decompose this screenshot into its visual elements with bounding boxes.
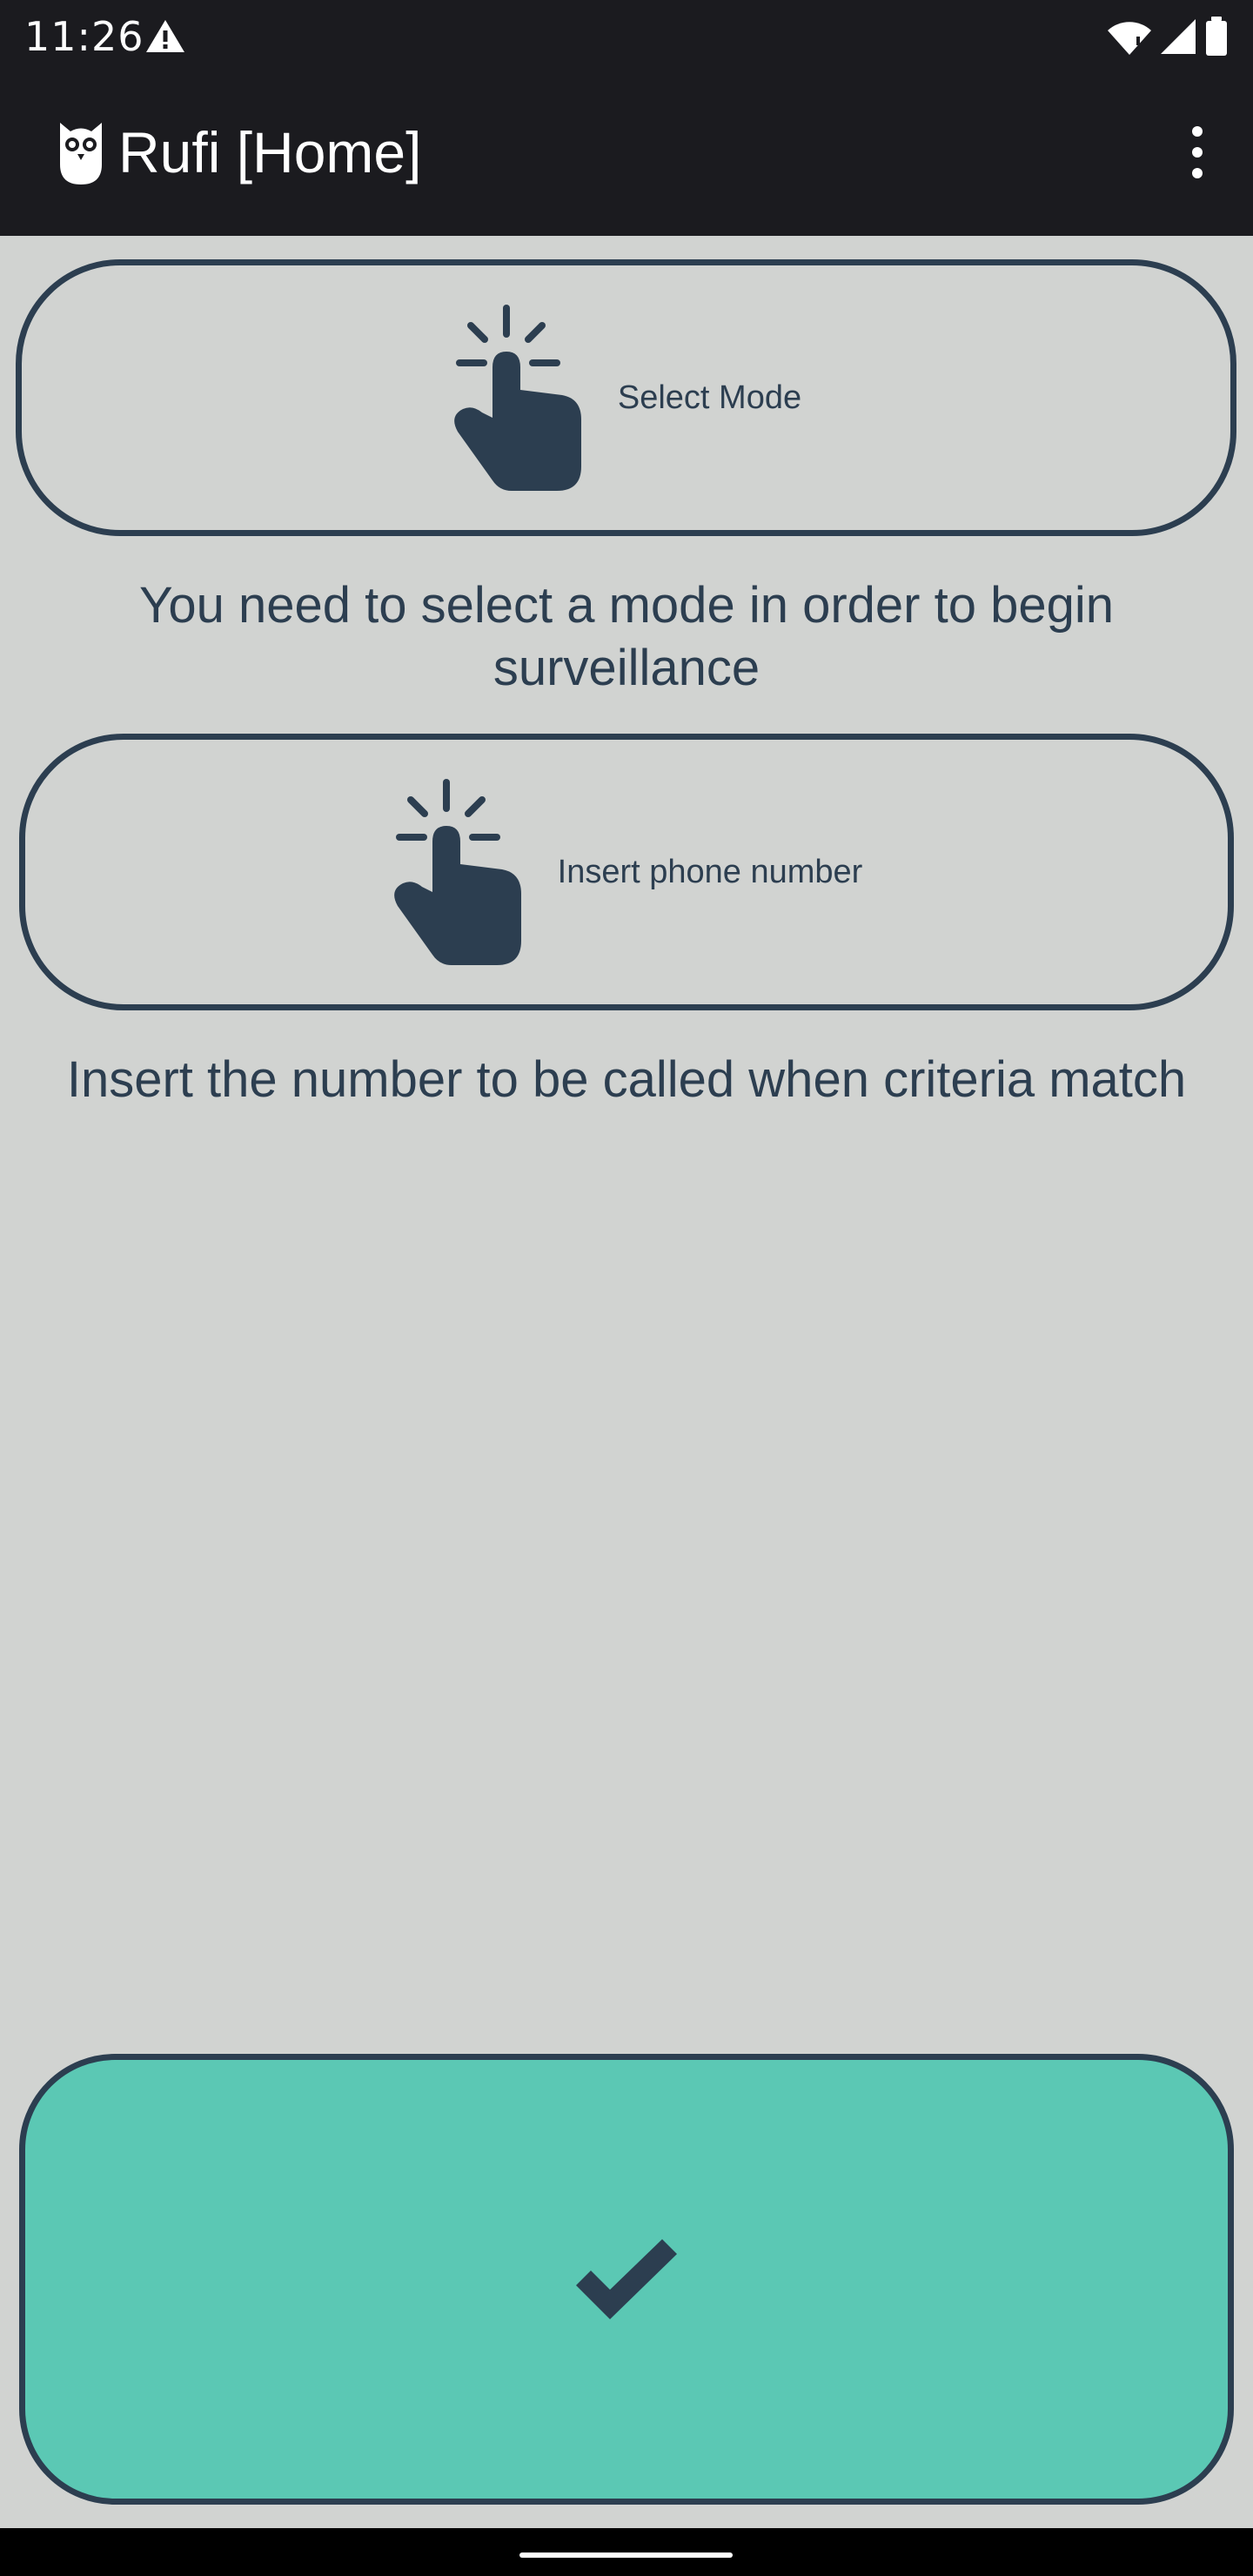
status-time: 11:26 bbox=[24, 13, 144, 60]
insert-phone-button[interactable]: Insert phone number bbox=[19, 734, 1234, 1010]
signal-icon bbox=[1161, 19, 1196, 54]
check-icon bbox=[576, 2239, 677, 2319]
confirm-button[interactable] bbox=[19, 2054, 1234, 2505]
app-title: Rufi [Home] bbox=[118, 120, 422, 184]
owl-icon bbox=[60, 123, 102, 184]
select-mode-button[interactable]: Select Mode bbox=[16, 259, 1236, 536]
status-bar: 11:26 bbox=[0, 0, 1253, 74]
menu-dot bbox=[1192, 147, 1203, 158]
app-bar: Rufi [Home] bbox=[0, 74, 1253, 236]
wifi-icon bbox=[1108, 22, 1151, 55]
hand-pointer-icon bbox=[454, 305, 581, 491]
menu-dot bbox=[1192, 168, 1203, 178]
hand-pointer-icon bbox=[393, 779, 521, 965]
battery-icon bbox=[1206, 17, 1227, 56]
warning-icon bbox=[146, 20, 184, 52]
phone-help-text: Insert the number to be called when crit… bbox=[66, 1051, 1187, 1108]
select-mode-label: Select Mode bbox=[617, 379, 802, 416]
menu-dot bbox=[1192, 126, 1203, 137]
insert-phone-label: Insert phone number bbox=[557, 854, 863, 890]
status-icons bbox=[1107, 16, 1229, 57]
more-vertical-icon[interactable] bbox=[1176, 117, 1218, 187]
home-gesture-handle[interactable] bbox=[519, 2553, 733, 2558]
mode-help-text: You need to select a mode in order to be… bbox=[139, 577, 1114, 696]
navigation-bar bbox=[0, 2528, 1253, 2576]
